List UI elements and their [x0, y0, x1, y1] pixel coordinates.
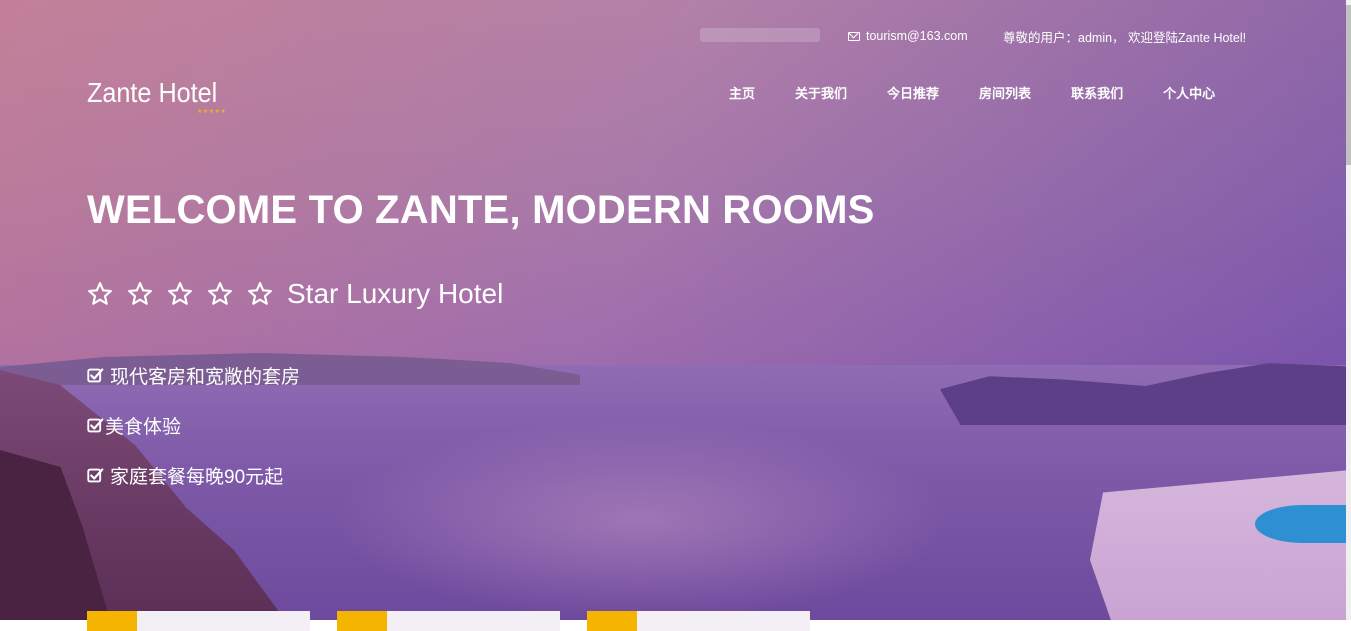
star-outline-icon	[128, 282, 152, 305]
main-nav: 主页 关于我们 今日推荐 房间列表 联系我们 个人中心	[729, 83, 1255, 102]
feature-item: 家庭套餐每晚90元起	[87, 450, 300, 500]
hotel-terrace	[1090, 470, 1351, 620]
checkbox-checked-icon	[87, 417, 104, 432]
field-accent	[337, 611, 387, 631]
star-outline-icon	[248, 282, 272, 305]
topbar-blurred-item	[700, 28, 820, 42]
user-greeting: 尊敬的用户：admin， 欢迎登陆Zante Hotel!	[1003, 31, 1247, 45]
booking-form	[87, 611, 837, 631]
feature-label: 美食体验	[105, 416, 182, 438]
booking-input-3[interactable]	[637, 611, 810, 631]
logo-text: Zante Hotel	[87, 77, 218, 108]
sea-reflection	[330, 420, 950, 620]
pool	[1255, 505, 1351, 543]
star-outline-icon	[208, 282, 232, 305]
booking-input-1[interactable]	[137, 611, 310, 631]
hotel-rating: Star Luxury Hotel	[87, 278, 503, 310]
email-text: tourism@163.com	[866, 29, 968, 43]
feature-list: 现代客房和宽敞的套房 美食体验 家庭套餐每晚90元起	[87, 350, 300, 500]
booking-field-1[interactable]	[87, 611, 310, 631]
site-logo[interactable]: Zante Hotel ★★★★★	[87, 77, 232, 115]
feature-label: 家庭套餐每晚90元起	[110, 466, 284, 488]
nav-item-rooms[interactable]: 房间列表	[979, 83, 1031, 102]
booking-field-2[interactable]	[337, 611, 560, 631]
scrollbar-thumb[interactable]	[1346, 5, 1351, 165]
field-accent	[587, 611, 637, 631]
checkbox-checked-icon	[87, 467, 104, 482]
page-scrollbar[interactable]	[1346, 0, 1351, 620]
checkbox-checked-icon	[87, 367, 104, 382]
topbar-email[interactable]: tourism@163.com	[848, 27, 968, 45]
nav-item-profile[interactable]: 个人中心	[1163, 83, 1215, 102]
star-outline-icon	[88, 282, 112, 305]
feature-item: 美食体验	[87, 400, 300, 450]
mail-icon	[848, 31, 860, 41]
booking-input-2[interactable]	[387, 611, 560, 631]
star-outline-icon	[168, 282, 192, 305]
logo-stars: ★★★★★	[197, 109, 227, 115]
feature-item: 现代客房和宽敞的套房	[87, 350, 300, 400]
rating-text: Star Luxury Hotel	[287, 278, 504, 309]
feature-label: 现代客房和宽敞的套房	[110, 366, 301, 388]
nav-item-home[interactable]: 主页	[729, 83, 755, 102]
nav-item-about[interactable]: 关于我们	[795, 83, 847, 102]
nav-item-contact[interactable]: 联系我们	[1071, 83, 1123, 102]
field-accent	[87, 611, 137, 631]
nav-item-recommend[interactable]: 今日推荐	[887, 83, 939, 102]
hero-title: WELCOME TO ZANTE, MODERN ROOMS	[87, 188, 875, 232]
booking-field-3[interactable]	[587, 611, 810, 631]
